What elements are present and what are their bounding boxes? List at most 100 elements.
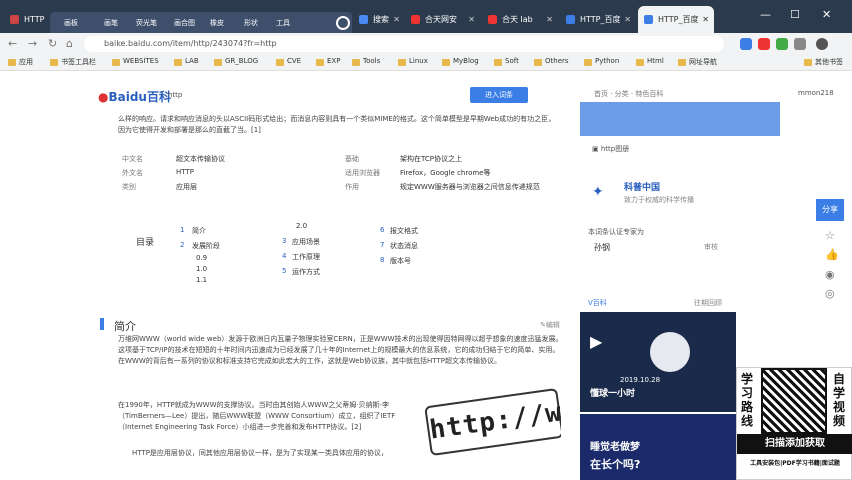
tab-label: HTTP_百度 [658,15,699,24]
back-icon[interactable]: ← [8,37,17,50]
tab-hetian-lab[interactable]: 合天 lab ✕ [482,6,558,33]
toc-number: 2 [180,241,185,249]
enter-entry-button[interactable]: 进入词条 [470,87,528,103]
tab-favicon [411,15,420,24]
album-link[interactable]: ▣ http图册 [592,144,629,154]
wechat-icon[interactable]: ◎ [825,287,835,300]
bookmark-item[interactable]: Python [584,57,619,66]
close-icon[interactable]: ✕ [702,6,709,33]
bookmark-other[interactable]: 其他书签 [804,57,843,67]
bookmark-item[interactable]: CVE [276,57,301,66]
promo-right-text: 自学视频 [833,372,846,428]
toc-subitem[interactable]: 1.1 [196,276,207,284]
extension-icon[interactable] [794,38,806,50]
bookmark-item[interactable]: WEBSITES [112,57,159,66]
tool-pen[interactable]: 画笔 [104,18,118,28]
tab-http[interactable]: HTTP [4,6,52,33]
tab-hetian[interactable]: 合天网安 ✕ [405,6,480,33]
bookmark-item[interactable]: GR_BLOG [214,57,258,66]
toc-item[interactable]: 状态消息 [390,241,418,251]
home-icon[interactable]: ⌂ [66,37,73,50]
http-illustration[interactable]: http://www. [421,377,561,480]
forward-icon[interactable]: → [28,37,37,50]
play-icon: ▶ [590,332,603,351]
share-button[interactable]: 分享 [816,199,844,221]
tab-http-baidu[interactable]: HTTP_百度 ✕ [560,6,636,33]
bookmark-item[interactable]: 书签工具栏 [50,57,96,67]
tab-favicon [566,15,575,24]
toc-item[interactable]: 工作原理 [292,252,320,262]
toc-item[interactable]: 发展阶段 [192,241,220,251]
lightbulb-graphic [650,332,690,372]
toc-subitem[interactable]: 2.0 [296,222,307,230]
tool-shape[interactable]: 形状 [244,18,258,28]
tool-eraser[interactable]: 橡皮 [210,18,224,28]
close-icon[interactable]: ✕ [393,6,400,33]
search-word[interactable]: http [168,91,182,99]
bookmark-item[interactable]: Tools [352,57,380,66]
like-icon[interactable]: 👍 [825,248,839,261]
url-text: baike.baidu.com/item/http/243074?fr=http [104,39,277,48]
bookmark-item[interactable]: Others [534,57,569,66]
maximize-icon[interactable]: ☐ [790,8,800,21]
video-thumbnail-2[interactable]: 睡觉老做梦 在长个吗? [580,414,736,480]
edit-link[interactable]: ✎编辑 [540,320,560,330]
info-value: Firefox，Google chrome等 [400,169,491,177]
tab-search[interactable]: 搜索 ✕ [353,6,405,33]
extension-icon[interactable] [740,38,752,50]
bookmark-item[interactable]: 网址导航 [678,57,717,67]
bookmark-item[interactable]: LAB [174,57,199,66]
close-window-icon[interactable]: ✕ [822,8,831,21]
weibo-icon[interactable]: ◉ [825,268,835,281]
tool-highlighter[interactable]: 荧光笔 [136,18,157,28]
close-icon[interactable]: ✕ [624,6,631,33]
baidu-baike-logo[interactable]: ●Baidu百科 [98,88,171,105]
video-thumbnail[interactable]: ▶ 2019.10.28 懂球一小时 [580,312,736,412]
tool-merge[interactable]: 画合图 [174,18,195,28]
user-name[interactable]: mmon218 [798,89,834,97]
tab-favicon [488,15,497,24]
toc-item[interactable]: 简介 [192,226,206,236]
star-icon[interactable]: ☆ [825,229,835,242]
tab-label: 搜索 [373,15,389,24]
info-label: 外文名 [122,169,143,177]
expert-name[interactable]: 孙钢 [594,242,610,253]
section-marker [100,318,104,330]
bookmark-apps[interactable]: 应用 [8,57,33,67]
extension-icon[interactable] [776,38,788,50]
power-icon[interactable] [336,16,350,30]
kepu-title[interactable]: 科普中国 [624,180,660,193]
tool-board[interactable]: 画板 [64,18,78,28]
toc-number: 3 [282,237,287,245]
bookmark-item[interactable]: Html [636,57,664,66]
minimize-icon[interactable]: — [760,8,771,21]
top-nav[interactable]: 首页 · 分类 · 特色百科 [594,89,663,99]
toc-item[interactable]: 应用场景 [292,237,320,247]
image-album-cover[interactable] [580,102,780,136]
reload-icon[interactable]: ↻ [48,37,57,50]
tab-http-baidu-active[interactable]: HTTP_百度 ✕ [638,6,714,33]
info-label: 基础 [345,155,359,163]
bookmark-item[interactable]: MyBlog [442,57,479,66]
bookmark-item[interactable]: Soft [494,57,519,66]
url-field[interactable]: baike.baidu.com/item/http/243074?fr=http [84,36,724,52]
toc-item[interactable]: 运作方式 [292,267,320,277]
close-icon[interactable]: ✕ [546,6,553,33]
bookmark-item[interactable]: EXP [316,57,340,66]
extension-icon[interactable] [758,38,770,50]
promo-overlay[interactable]: 学习路线 自学视频 扫描添加获取 工具安装包|PDF学习书籍|面试题 [736,367,852,480]
logo-text: Baidu百科 [108,90,171,104]
toc-subitem[interactable]: 0.9 [196,254,207,262]
toc-item[interactable]: 版本号 [390,256,411,266]
vbaike-more[interactable]: 往期回顾 [694,298,722,308]
tool-tools[interactable]: 工具 [276,18,290,28]
toc-subitem[interactable]: 1.0 [196,265,207,273]
toc-item[interactable]: 报文格式 [390,226,418,236]
info-label: 类别 [122,183,136,191]
album-caption: http图册 [600,145,630,153]
page-content: ●Baidu百科 http 进入词条 首页 · 分类 · 特色百科 mmon21… [0,72,852,480]
bookmark-item[interactable]: Linux [398,57,428,66]
profile-icon[interactable] [816,38,828,50]
toc-number: 7 [380,241,385,249]
close-icon[interactable]: ✕ [468,6,475,33]
